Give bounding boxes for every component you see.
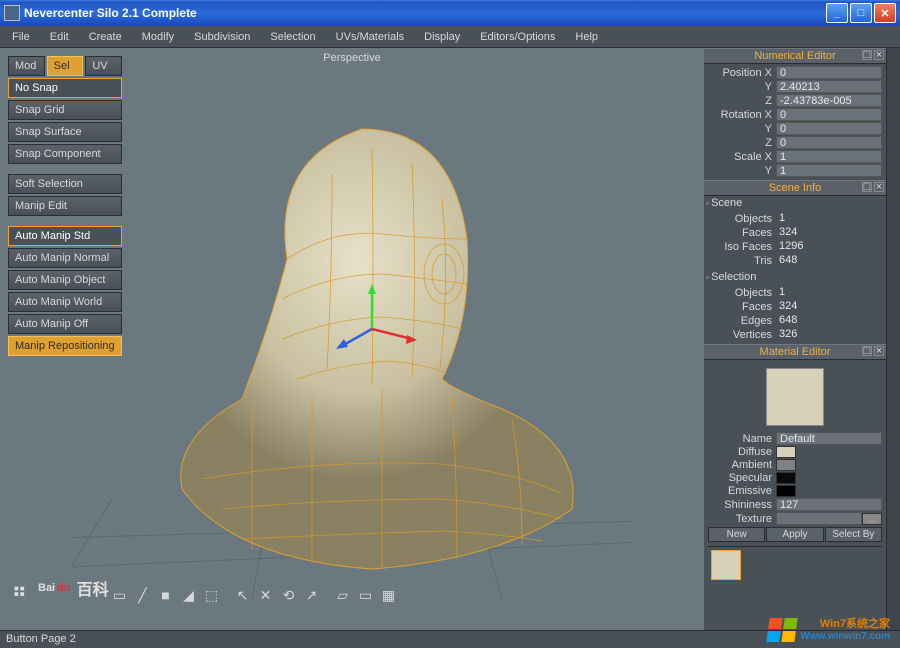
scale-x-field[interactable]: 1 [776, 150, 882, 163]
shininess-field[interactable]: 127 [776, 498, 882, 511]
edge-icon[interactable]: ╱ [133, 585, 153, 605]
material-name-field[interactable]: Default [776, 432, 882, 445]
viewport-label: Perspective [323, 52, 380, 64]
right-panel: Numerical Editor □× Position X0 Y2.40213… [704, 48, 900, 630]
scene-info-header[interactable]: Scene Info □× [704, 180, 886, 196]
automanipstd-button[interactable]: Auto Manip Std [8, 226, 122, 246]
menu-help[interactable]: Help [567, 29, 606, 45]
mode-mod-button[interactable]: Mod [8, 56, 45, 76]
material-editor-header[interactable]: Material Editor □× [704, 344, 886, 360]
panel-min-icon[interactable]: □ [862, 182, 872, 192]
nosnap-button[interactable]: No Snap [8, 78, 122, 98]
scene-isofaces: 1296 [776, 240, 882, 253]
panel-min-icon[interactable]: □ [862, 346, 872, 356]
menu-bar: File Edit Create Modify Subdivision Sele… [0, 26, 900, 48]
automanipworld-button[interactable]: Auto Manip World [8, 292, 122, 312]
material-list-swatch[interactable] [711, 550, 741, 580]
menu-display[interactable]: Display [416, 29, 468, 45]
status-bar: Button Page 2 [0, 630, 900, 648]
poly-icon[interactable]: ◢ [179, 585, 199, 605]
select-rect-icon[interactable]: ▭ [110, 585, 130, 605]
scene-objects: 1 [776, 212, 882, 225]
position-y-field[interactable]: 2.40213 [776, 80, 882, 93]
sel-faces: 324 [776, 300, 882, 313]
rotation-x-field[interactable]: 0 [776, 108, 882, 121]
bottom-toolbar: ▭ ╱ ■ ◢ ⬚ ↖ ✕ ⟲ ↗ ▱ ▭ ▦ [0, 582, 508, 608]
window-title: Nevercenter Silo 2.1 Complete [24, 6, 826, 20]
material-selectby-button[interactable]: Select By [825, 527, 882, 542]
material-apply-button[interactable]: Apply [766, 527, 823, 542]
rotation-z-field[interactable]: 0 [776, 136, 882, 149]
face-icon[interactable]: ■ [156, 585, 176, 605]
scene-subheader[interactable]: Scene [704, 196, 886, 210]
scene-tris: 648 [776, 254, 882, 267]
window-titlebar: Nevercenter Silo 2.1 Complete _ □ ✕ [0, 0, 900, 26]
menu-editors[interactable]: Editors/Options [472, 29, 563, 45]
object-icon[interactable]: ⬚ [202, 585, 222, 605]
emissive-swatch[interactable] [776, 485, 796, 497]
position-x-field[interactable]: 0 [776, 66, 882, 79]
mode-sel-button[interactable]: Sel [47, 56, 84, 76]
viewport-3d-model [72, 79, 632, 599]
texture-field[interactable] [776, 512, 862, 525]
win7-watermark: Win7系统之家Www.winwin7.com [768, 618, 890, 642]
rotation-y-field[interactable]: 0 [776, 122, 882, 135]
automanipoff-button[interactable]: Auto Manip Off [8, 314, 122, 334]
numerical-editor-header[interactable]: Numerical Editor □× [704, 48, 886, 64]
scale-y-field[interactable]: 1 [776, 164, 882, 177]
sel-objects: 1 [776, 286, 882, 299]
position-z-field[interactable]: -2.43783e-005 [776, 94, 882, 107]
scene-faces: 324 [776, 226, 882, 239]
menu-selection[interactable]: Selection [262, 29, 323, 45]
sel-edges: 648 [776, 314, 882, 327]
mode-uv-button[interactable]: UV [85, 56, 122, 76]
menu-file[interactable]: File [4, 29, 38, 45]
automanipnormal-button[interactable]: Auto Manip Normal [8, 248, 122, 268]
snapsurface-button[interactable]: Snap Surface [8, 122, 122, 142]
arrow-icon[interactable]: ↖ [233, 585, 253, 605]
minimize-button[interactable]: _ [826, 3, 848, 23]
material-preview[interactable] [766, 368, 824, 426]
texture-browse-button[interactable]: … [862, 513, 882, 525]
shade-icon[interactable]: ▭ [356, 585, 376, 605]
axis-icon[interactable]: ✕ [256, 585, 276, 605]
softselection-button[interactable]: Soft Selection [8, 174, 122, 194]
material-new-button[interactable]: New [708, 527, 765, 542]
sel-vertices: 326 [776, 328, 882, 341]
specular-swatch[interactable] [776, 472, 796, 484]
maniprepositioning-button[interactable]: Manip Repositioning [8, 336, 122, 356]
menu-edit[interactable]: Edit [42, 29, 77, 45]
menu-create[interactable]: Create [81, 29, 130, 45]
rotate-icon[interactable]: ⟲ [279, 585, 299, 605]
close-button[interactable]: ✕ [874, 3, 896, 23]
panel-close-icon[interactable]: × [874, 182, 884, 192]
automanipobject-button[interactable]: Auto Manip Object [8, 270, 122, 290]
snapcomponent-button[interactable]: Snap Component [8, 144, 122, 164]
scale-icon[interactable]: ↗ [302, 585, 322, 605]
panel-close-icon[interactable]: × [874, 346, 884, 356]
snapgrid-button[interactable]: Snap Grid [8, 100, 122, 120]
manipedit-button[interactable]: Manip Edit [8, 196, 122, 216]
diffuse-swatch[interactable] [776, 446, 796, 458]
maximize-button[interactable]: □ [850, 3, 872, 23]
panel-close-icon[interactable]: × [874, 50, 884, 60]
menu-subdivision[interactable]: Subdivision [186, 29, 258, 45]
grid-icon[interactable]: ▦ [379, 585, 399, 605]
panel-min-icon[interactable]: □ [862, 50, 872, 60]
viewport[interactable]: Perspective [0, 48, 704, 630]
app-icon [4, 5, 20, 21]
selection-subheader[interactable]: Selection [704, 270, 886, 284]
menu-modify[interactable]: Modify [134, 29, 182, 45]
windows-flag-icon [767, 618, 798, 642]
right-scrollbar[interactable] [886, 48, 900, 630]
left-toolbar: Mod Sel UV No Snap Snap Grid Snap Surfac… [8, 56, 122, 356]
menu-uvs[interactable]: UVs/Materials [328, 29, 412, 45]
ambient-swatch[interactable] [776, 459, 796, 471]
wire-icon[interactable]: ▱ [333, 585, 353, 605]
